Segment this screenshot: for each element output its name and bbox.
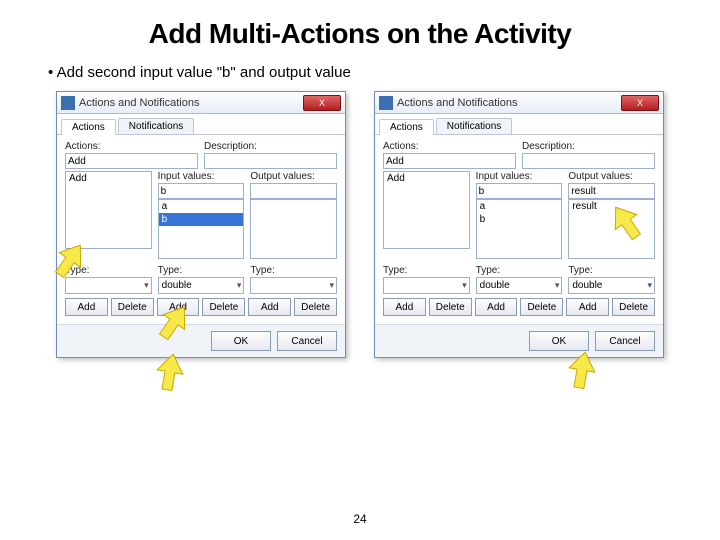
actions-listbox[interactable]: Add <box>383 171 470 249</box>
ok-button[interactable]: OK <box>211 331 271 351</box>
list-item[interactable]: Add <box>66 172 151 185</box>
label-actions: Actions: <box>65 141 198 152</box>
close-button[interactable]: X <box>303 95 341 111</box>
list-item[interactable]: Add <box>384 172 469 185</box>
bullet-text: Add second input value "b" and output va… <box>48 64 680 81</box>
type-combo-3[interactable]: double <box>568 277 655 294</box>
output-values-listbox[interactable] <box>250 199 337 259</box>
input-values-listbox[interactable]: a b <box>476 199 563 259</box>
add-button[interactable]: Add <box>248 298 291 316</box>
tab-actions[interactable]: Actions <box>61 119 116 135</box>
type-combo-2[interactable]: double <box>476 277 563 294</box>
type-combo-3[interactable] <box>250 277 337 294</box>
close-button[interactable]: X <box>621 95 659 111</box>
add-button[interactable]: Add <box>383 298 426 316</box>
label-type: Type: <box>158 265 245 276</box>
label-input-values: Input values: <box>476 171 563 182</box>
annotation-arrow-icon <box>153 352 187 392</box>
label-type: Type: <box>476 265 563 276</box>
output-value-field[interactable] <box>250 183 337 199</box>
tab-actions[interactable]: Actions <box>379 119 434 135</box>
delete-button[interactable]: Delete <box>520 298 563 316</box>
label-input-values: Input values: <box>158 171 245 182</box>
cancel-button[interactable]: Cancel <box>595 331 655 351</box>
description-input[interactable] <box>522 153 655 169</box>
slide-title: Add Multi-Actions on the Activity <box>40 18 680 50</box>
delete-button[interactable]: Delete <box>429 298 472 316</box>
page-number: 24 <box>353 512 366 526</box>
input-values-listbox[interactable]: a b <box>158 199 245 259</box>
label-type: Type: <box>383 265 470 276</box>
add-button[interactable]: Add <box>475 298 518 316</box>
input-value-field[interactable] <box>476 183 563 199</box>
tab-notifications[interactable]: Notifications <box>436 118 512 134</box>
add-button[interactable]: Add <box>65 298 108 316</box>
add-button[interactable]: Add <box>566 298 609 316</box>
delete-button[interactable]: Delete <box>202 298 245 316</box>
label-type: Type: <box>65 265 152 276</box>
output-values-listbox[interactable]: result <box>568 199 655 259</box>
label-type: Type: <box>250 265 337 276</box>
cancel-button[interactable]: Cancel <box>277 331 337 351</box>
actions-input[interactable] <box>383 153 516 169</box>
actions-listbox[interactable]: Add <box>65 171 152 249</box>
description-input[interactable] <box>204 153 337 169</box>
label-output-values: Output values: <box>568 171 655 182</box>
label-description: Description: <box>204 141 337 152</box>
list-item[interactable]: result <box>569 200 654 213</box>
window-title: Actions and Notifications <box>397 97 621 109</box>
list-item[interactable]: a <box>477 200 562 213</box>
tab-notifications[interactable]: Notifications <box>118 118 194 134</box>
delete-button[interactable]: Delete <box>294 298 337 316</box>
type-combo-1[interactable] <box>383 277 470 294</box>
list-item[interactable]: b <box>477 213 562 226</box>
tab-bar: Actions Notifications <box>375 118 663 135</box>
titlebar: Actions and Notifications X <box>375 92 663 114</box>
label-output-values: Output values: <box>250 171 337 182</box>
titlebar: Actions and Notifications X <box>57 92 345 114</box>
label-actions: Actions: <box>383 141 516 152</box>
list-item[interactable]: b <box>159 213 244 226</box>
delete-button[interactable]: Delete <box>111 298 154 316</box>
input-value-field[interactable] <box>158 183 245 199</box>
delete-button[interactable]: Delete <box>612 298 655 316</box>
label-type: Type: <box>568 265 655 276</box>
add-button[interactable]: Add <box>157 298 200 316</box>
dialog-right: Actions and Notifications X Actions Noti… <box>374 91 664 358</box>
type-combo-2[interactable]: double <box>158 277 245 294</box>
label-description: Description: <box>522 141 655 152</box>
window-title: Actions and Notifications <box>79 97 303 109</box>
ok-button[interactable]: OK <box>529 331 589 351</box>
app-icon <box>379 96 393 110</box>
list-item[interactable]: a <box>159 200 244 213</box>
app-icon <box>61 96 75 110</box>
actions-input[interactable] <box>65 153 198 169</box>
type-combo-1[interactable] <box>65 277 152 294</box>
tab-bar: Actions Notifications <box>57 118 345 135</box>
dialog-left: Actions and Notifications X Actions Noti… <box>56 91 346 358</box>
output-value-field[interactable] <box>568 183 655 199</box>
